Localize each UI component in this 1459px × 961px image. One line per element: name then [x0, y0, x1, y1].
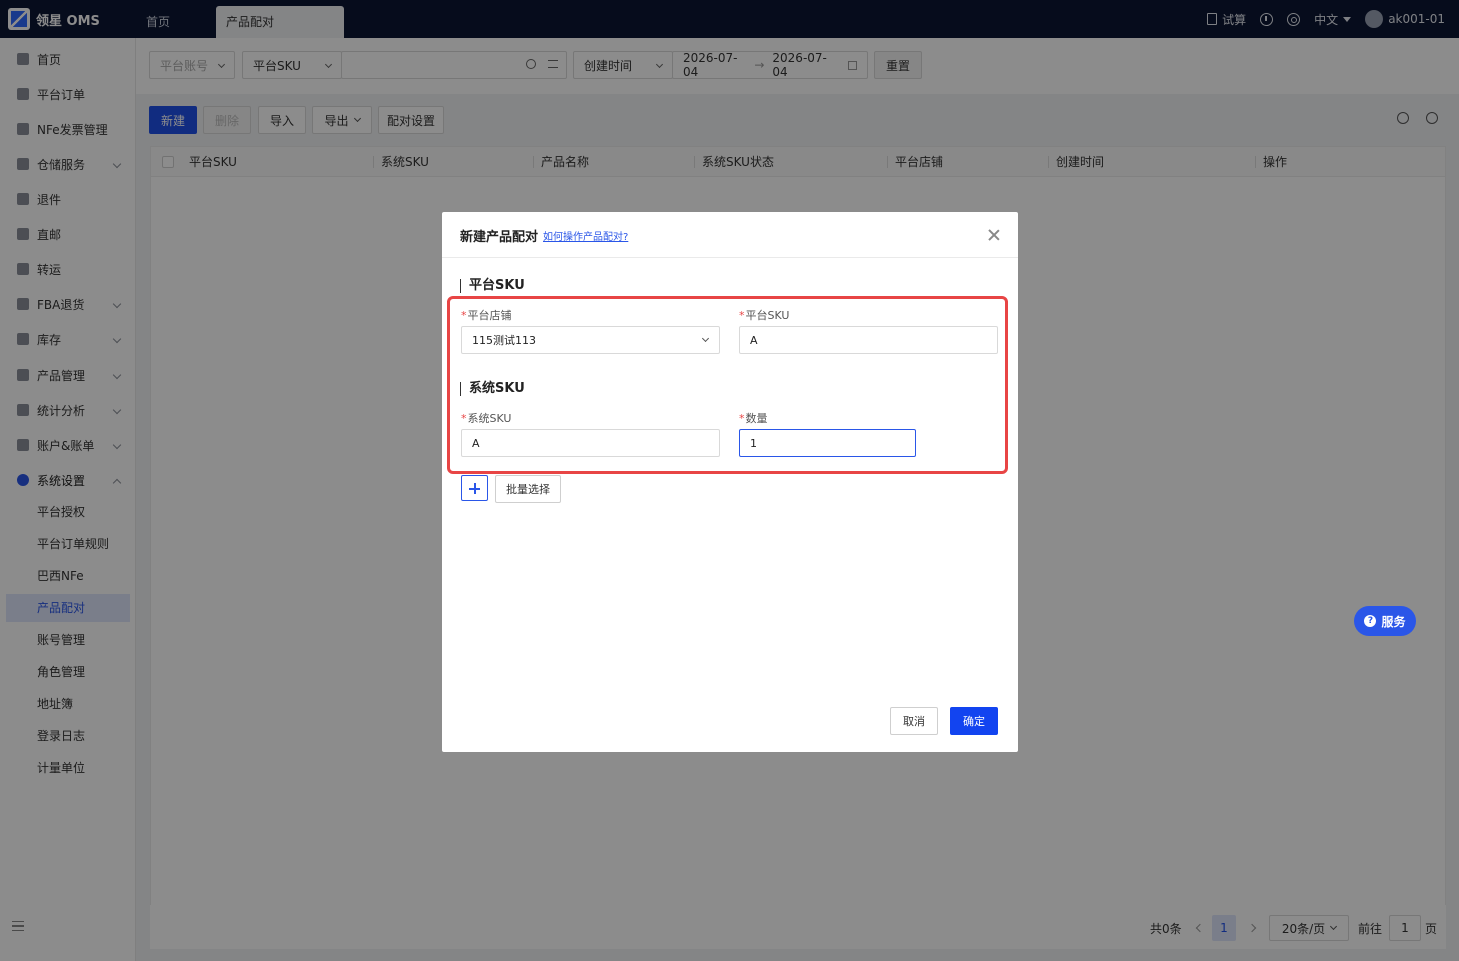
- close-icon[interactable]: [988, 229, 1000, 241]
- service-button[interactable]: ? 服务: [1354, 606, 1416, 636]
- help-icon: ?: [1364, 615, 1377, 627]
- dialog-title: 新建产品配对: [460, 230, 539, 245]
- batch-select-button[interactable]: 批量选择: [495, 475, 561, 503]
- dialog-header: 新建产品配对 如何操作产品配对?: [442, 212, 1018, 258]
- highlight-box: [447, 296, 1008, 474]
- confirm-button[interactable]: 确定: [950, 707, 998, 735]
- cancel-button[interactable]: 取消: [890, 707, 938, 735]
- new-pairing-dialog: 新建产品配对 如何操作产品配对? 平台SKU *平台店铺 115测试113 *平…: [442, 212, 1018, 752]
- add-row-button[interactable]: [461, 475, 488, 501]
- section-title-platform-sku: 平台SKU: [460, 279, 525, 293]
- help-link[interactable]: 如何操作产品配对?: [543, 228, 628, 243]
- service-label: 服务: [1381, 614, 1406, 629]
